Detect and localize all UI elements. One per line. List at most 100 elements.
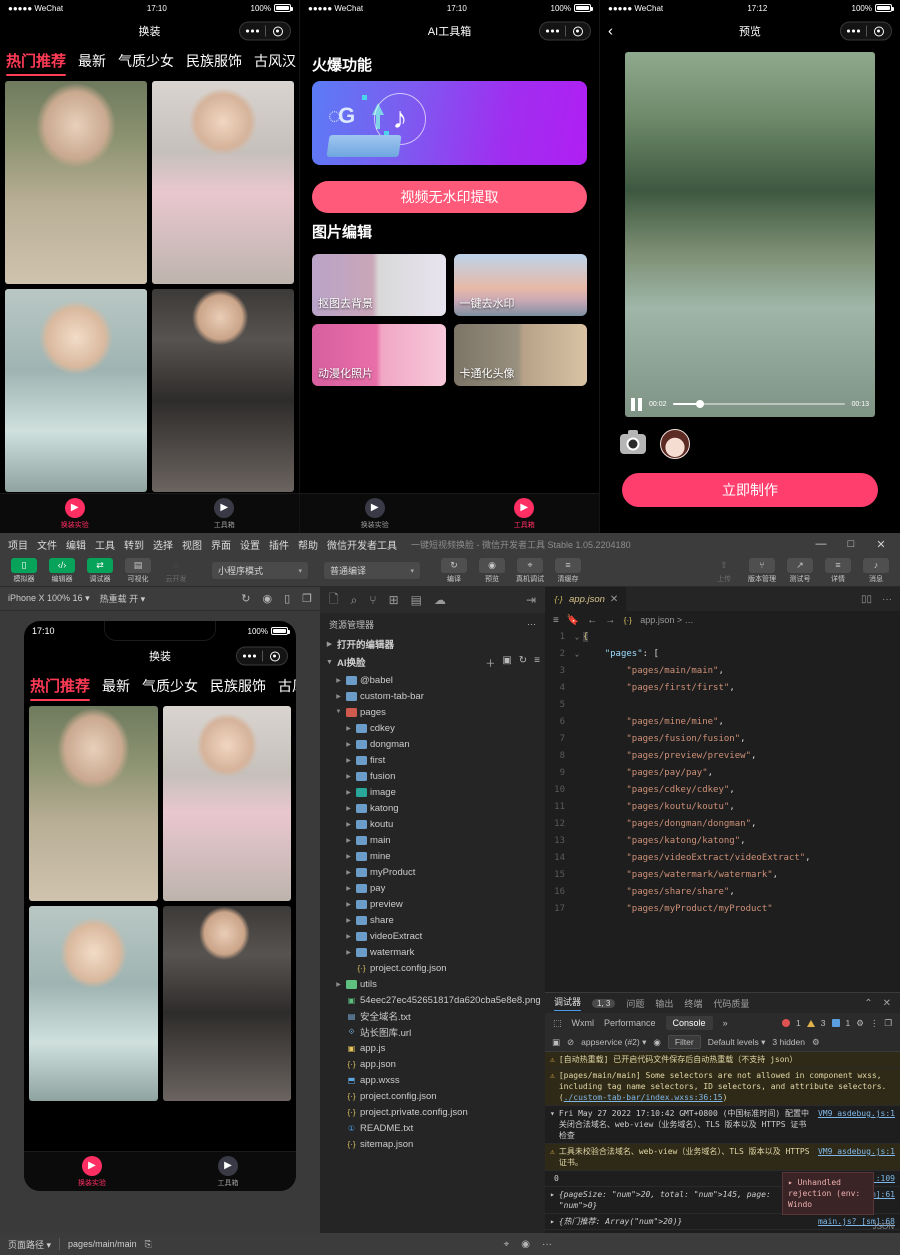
close-target-icon[interactable] [266, 26, 291, 36]
make-now-button[interactable]: 立即制作 [622, 473, 878, 507]
menu-items[interactable]: 项目 文件 编辑 工具 转到 选择 视图 界面 设置 插件 帮助 微信开发者工具 [4, 537, 397, 552]
devtools-tab-more[interactable]: » [723, 1018, 728, 1028]
wechat-capsule-2[interactable] [539, 21, 591, 41]
forward-arrow-icon[interactable]: → [605, 615, 615, 626]
category-tab-1[interactable]: 最新 [78, 51, 106, 76]
menu-item-view[interactable]: 视图 [182, 537, 202, 552]
sidebar-toggle-icon[interactable]: ▣ [552, 1037, 560, 1048]
editor-tab-actions[interactable]: ▯▯ ··· [861, 594, 900, 605]
menu-item-tools[interactable]: 工具 [95, 537, 115, 552]
more-dots-icon[interactable] [841, 29, 866, 33]
toolbar-button-visual[interactable]: ▤ 可视化 [122, 557, 154, 584]
template-card[interactable] [162, 906, 291, 1101]
sim-category-tab-0[interactable]: 热门推荐 [30, 675, 91, 701]
more-icon[interactable]: ··· [882, 594, 892, 605]
menu-item-goto[interactable]: 转到 [124, 537, 144, 552]
bookmark-icon[interactable]: 🔖 [567, 615, 579, 626]
code-line[interactable]: 1 ⌄{ [545, 629, 900, 646]
close-icon[interactable]: ✕ [883, 998, 891, 1009]
tree-file-row[interactable]: ⟐ 站长图库.url [320, 1024, 545, 1040]
eye-icon[interactable]: ◉ [653, 1037, 660, 1048]
toolbar-button-upload[interactable]: ⇧ 上传 [708, 558, 740, 584]
close-target-icon[interactable] [263, 651, 288, 661]
fold-toggle-icon[interactable]: ⌄ [571, 646, 583, 663]
sim-wechat-capsule[interactable] [236, 646, 288, 666]
menu-item-edit[interactable]: 编辑 [66, 537, 86, 552]
menu-item-plugins[interactable]: 插件 [269, 537, 289, 552]
close-target-icon[interactable] [566, 26, 591, 36]
dock-icon[interactable]: ❐ [884, 1018, 892, 1029]
console-log-row[interactable]: ⚠ [pages/main/main] Some selectors are no… [545, 1068, 900, 1106]
code-line[interactable]: 9 "pages/pay/pay", [545, 765, 900, 782]
clear-icon[interactable]: ⊘ [567, 1037, 574, 1048]
code-line[interactable]: 2 ⌄ "pages": [ [545, 646, 900, 663]
bottom-tab-bar-2[interactable]: ▶ 换装实验 ▶ 工具箱 [300, 493, 599, 533]
bottom-tab-bar-1[interactable]: ▶ 换装实验 ▶ 工具箱 [0, 493, 299, 533]
search-icon[interactable]: ⌕ [351, 593, 358, 608]
toolbar-button-test-account[interactable]: ↗ 测试号 [784, 557, 816, 584]
more-dots-icon[interactable] [240, 29, 265, 33]
template-card[interactable] [29, 706, 158, 901]
settings-icon[interactable]: ⚙ [812, 1037, 820, 1048]
open-editors-section[interactable]: ▶ 打开的编辑器 [320, 635, 545, 653]
console-log-row[interactable]: ▸ {热门推荐: Array("num">20)} main.js? [sm]:68 [545, 1214, 900, 1230]
sim-category-tab-3[interactable]: 民族服饰 [210, 676, 266, 701]
tree-folder-row[interactable]: ▶ pay [320, 880, 545, 896]
category-tabs[interactable]: 热门推荐 最新 气质少女 民族服饰 古风汉 [0, 46, 299, 76]
toolbar-button-editor[interactable]: ‹/› 编辑器 [46, 557, 78, 584]
window-icon[interactable]: ❐ [302, 592, 312, 605]
cloud-icon[interactable]: ☁ [434, 593, 446, 607]
close-icon[interactable]: ✕ [866, 533, 896, 555]
fold-toggle-icon[interactable]: ⌄ [571, 629, 583, 646]
log-source-link[interactable]: VM9 asdebug.js:1 [818, 1108, 895, 1141]
category-tab-2[interactable]: 气质少女 [118, 51, 174, 76]
tree-folder-row[interactable]: ▶ cdkey [320, 720, 545, 736]
tree-folder-row[interactable]: ▶ first [320, 752, 545, 768]
close-icon[interactable]: ✕ [610, 594, 618, 605]
code-line[interactable]: 11 "pages/koutu/koutu", [545, 799, 900, 816]
code-line[interactable]: 10 "pages/cdkey/cdkey", [545, 782, 900, 799]
status-icons[interactable]: ⌖ ◉ ··· [504, 1239, 552, 1250]
code-line[interactable]: 13 "pages/katong/katong", [545, 833, 900, 850]
levels-select[interactable]: Default levels ▾ [708, 1037, 766, 1048]
tree-file-row[interactable]: {·} project.config.json [320, 960, 545, 976]
split-icon[interactable]: ⇥ [526, 593, 536, 607]
outline-icon[interactable]: ≡ [553, 615, 559, 626]
menu-item-file[interactable]: 文件 [37, 537, 57, 552]
toolbar-button-version[interactable]: ⑂ 版本管理 [746, 557, 778, 584]
tree-folder-row[interactable]: ▶ videoExtract [320, 928, 545, 944]
console-log-row[interactable]: ⚠ [自动热重载] 已开启代码文件保存后自动热重载（不支持 json） [545, 1052, 900, 1068]
minimize-icon[interactable]: — [806, 533, 836, 555]
tree-file-row[interactable]: ▣ app.js [320, 1040, 545, 1056]
code-line[interactable]: 12 "pages/dongman/dongman", [545, 816, 900, 833]
console-log-row[interactable]: ▾ Fri May 27 2022 17:10:42 GMT+0800 (中国标准… [545, 1106, 900, 1144]
tab-item-tools[interactable]: ▶ 工具箱 [450, 494, 600, 533]
breadcrumb[interactable]: ≡ 🔖 ← → {·} app.json > … [545, 611, 900, 629]
more-icon[interactable]: ··· [527, 619, 536, 629]
filter-input[interactable]: Filter [667, 1035, 701, 1049]
avatar[interactable] [660, 429, 690, 459]
project-section[interactable]: ▼ AI换脸 ＋ ▣ ↻ ≡ [320, 653, 545, 671]
code-line[interactable]: 3 "pages/main/main", [545, 663, 900, 680]
split-editor-icon[interactable]: ▯▯ [861, 594, 872, 605]
tree-folder-row[interactable]: ▶ watermark [320, 944, 545, 960]
back-arrow-icon[interactable]: ← [587, 615, 597, 626]
camera-icon[interactable] [620, 430, 646, 454]
tab-item-swap[interactable]: ▶ 换装实验 [300, 494, 450, 533]
device-debug-icon[interactable]: ⌖ [504, 1239, 510, 1250]
tree-folder-row[interactable]: ▼ pages [320, 704, 545, 720]
tree-file-row[interactable]: ▣ 54eec27ec452651817da620cba5e8e8.png [320, 992, 545, 1008]
compile-select[interactable]: 普通编译 ▾ [324, 562, 420, 579]
copy-icon[interactable]: ⎘ [145, 1239, 152, 1250]
template-card[interactable] [162, 706, 291, 901]
file-tree[interactable]: ▶ @babel ▶ custom-tab-bar ▼ pages ▶ cdkey ▶ dongm… [320, 671, 545, 1233]
panel-tab-output[interactable]: 输出 [655, 997, 673, 1010]
panel-tab-code-quality[interactable]: 代码质量 [713, 997, 749, 1010]
editor-tab-app-json[interactable]: {·} app.json ✕ [545, 587, 627, 611]
code-line[interactable]: 5 [545, 697, 900, 714]
inspect-icon[interactable]: ⬚ [553, 1018, 562, 1029]
back-chevron-icon[interactable]: ‹ [608, 24, 613, 39]
panel-tabs[interactable]: 调试器 1, 3 问题 输出 终端 代码质量 ⌃ ✕ [545, 993, 900, 1013]
tree-folder-row[interactable]: ▶ dongman [320, 736, 545, 752]
refresh-icon[interactable]: ↻ [519, 655, 527, 670]
